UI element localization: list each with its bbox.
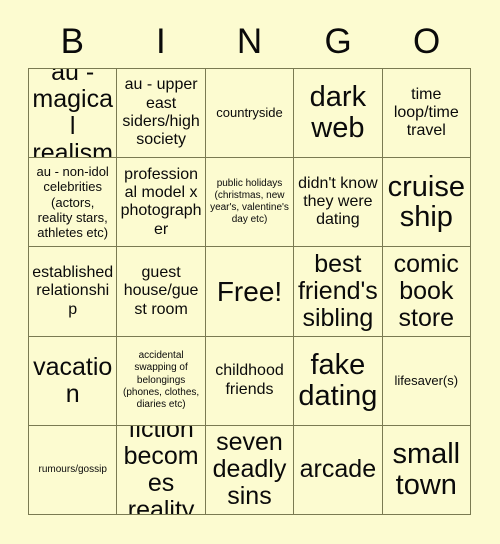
bingo-cell-label: accidental swapping of belongings (phone… [123, 350, 200, 410]
bingo-cell-label: Free! [216, 275, 283, 307]
bingo-cell-r3-c1[interactable]: established relationship [29, 247, 118, 337]
bingo-cell-label: professional model x photographer [120, 165, 202, 238]
bingo-cell-label: seven deadly sins [212, 428, 287, 511]
bingo-cell-r3-c2[interactable]: guest house/guest room [117, 247, 206, 337]
bingo-cell-label: guest house/guest room [123, 263, 199, 318]
bingo-cell-r5-c1[interactable]: rumours/gossip [29, 425, 118, 515]
bingo-cell-label: vacation [33, 352, 113, 408]
bingo-cell-r2-c1[interactable]: au - non-idol celebrities (actors, reali… [29, 158, 118, 248]
bingo-cell-label: small town [392, 438, 461, 501]
bingo-cell-label: didn't know they were dating [298, 174, 378, 229]
bingo-cell-label: dark web [309, 81, 367, 145]
bingo-cell-r3-c3[interactable]: Free! [205, 247, 295, 337]
bingo-cell-label: time loop/time travel [393, 85, 459, 140]
bingo-cell-r1-c1[interactable]: au - magical realism [29, 69, 118, 159]
bingo-card: B I N G O au - magical realism au - upper… [0, 0, 500, 544]
bingo-cell-label: countryside [216, 105, 283, 121]
bingo-cell-r2-c5[interactable]: cruise ship [382, 158, 471, 248]
bingo-cell-label: au - non-idol celebrities (actors, reali… [36, 163, 109, 241]
bingo-cell-label: childhood friends [215, 362, 284, 398]
bingo-cell-r2-c3[interactable]: public holidays (christmas, new year's, … [205, 158, 295, 248]
header-letter-g: G [324, 21, 352, 61]
bingo-cell-r4-c4[interactable]: fake dating [294, 336, 383, 426]
bingo-cell-r5-c4[interactable]: arcade [294, 425, 383, 515]
bingo-cell-r4-c5[interactable]: lifesaver(s) [382, 336, 471, 426]
bingo-cell-label: rumours/gossip [38, 463, 107, 475]
bingo-cell-label: cruise ship [387, 170, 465, 234]
bingo-cell-r1-c2[interactable]: au - upper east siders/high society [117, 69, 206, 159]
bingo-cell-label: fake dating [298, 348, 378, 412]
header-letter-i: I [156, 21, 166, 61]
header-letter-n: N [236, 21, 263, 61]
bingo-cell-label: established relationship [32, 263, 114, 318]
bingo-cell-r4-c3[interactable]: childhood friends [205, 336, 295, 426]
bingo-cell-label: arcade [299, 455, 377, 484]
bingo-cell-label: public holidays (christmas, new year's, … [210, 177, 289, 226]
bingo-cell-r1-c3[interactable]: countryside [205, 69, 295, 159]
bingo-cell-r4-c2[interactable]: accidental swapping of belongings (phone… [117, 336, 206, 426]
bingo-cell-label: best friend's sibling [297, 249, 378, 332]
bingo-cell-label: au - upper east siders/high society [122, 76, 200, 149]
bingo-header: B I N G O [28, 14, 471, 68]
bingo-cell-r3-c4[interactable]: best friend's sibling [294, 247, 383, 337]
bingo-cell-r5-c2[interactable]: fiction becomes reality [117, 425, 206, 515]
bingo-cell-r3-c5[interactable]: comic book store [382, 247, 471, 337]
bingo-cell-label: fiction becomes reality [123, 425, 199, 515]
bingo-cell-r1-c4[interactable]: dark web [294, 69, 383, 159]
bingo-cell-label: lifesaver(s) [394, 373, 459, 389]
bingo-cell-label: comic book store [393, 249, 459, 332]
bingo-cell-r1-c5[interactable]: time loop/time travel [382, 69, 471, 159]
bingo-cell-r5-c5[interactable]: small town [382, 425, 471, 515]
header-letter-b: B [60, 21, 84, 61]
bingo-grid: au - magical realism au - upper east side… [28, 68, 471, 515]
bingo-cell-label: au - magical realism [32, 69, 113, 159]
bingo-cell-r4-c1[interactable]: vacation [29, 336, 118, 426]
header-letter-o: O [413, 21, 441, 61]
bingo-cell-r5-c3[interactable]: seven deadly sins [205, 425, 295, 515]
bingo-cell-r2-c4[interactable]: didn't know they were dating [294, 158, 383, 248]
bingo-cell-r2-c2[interactable]: professional model x photographer [117, 158, 206, 248]
